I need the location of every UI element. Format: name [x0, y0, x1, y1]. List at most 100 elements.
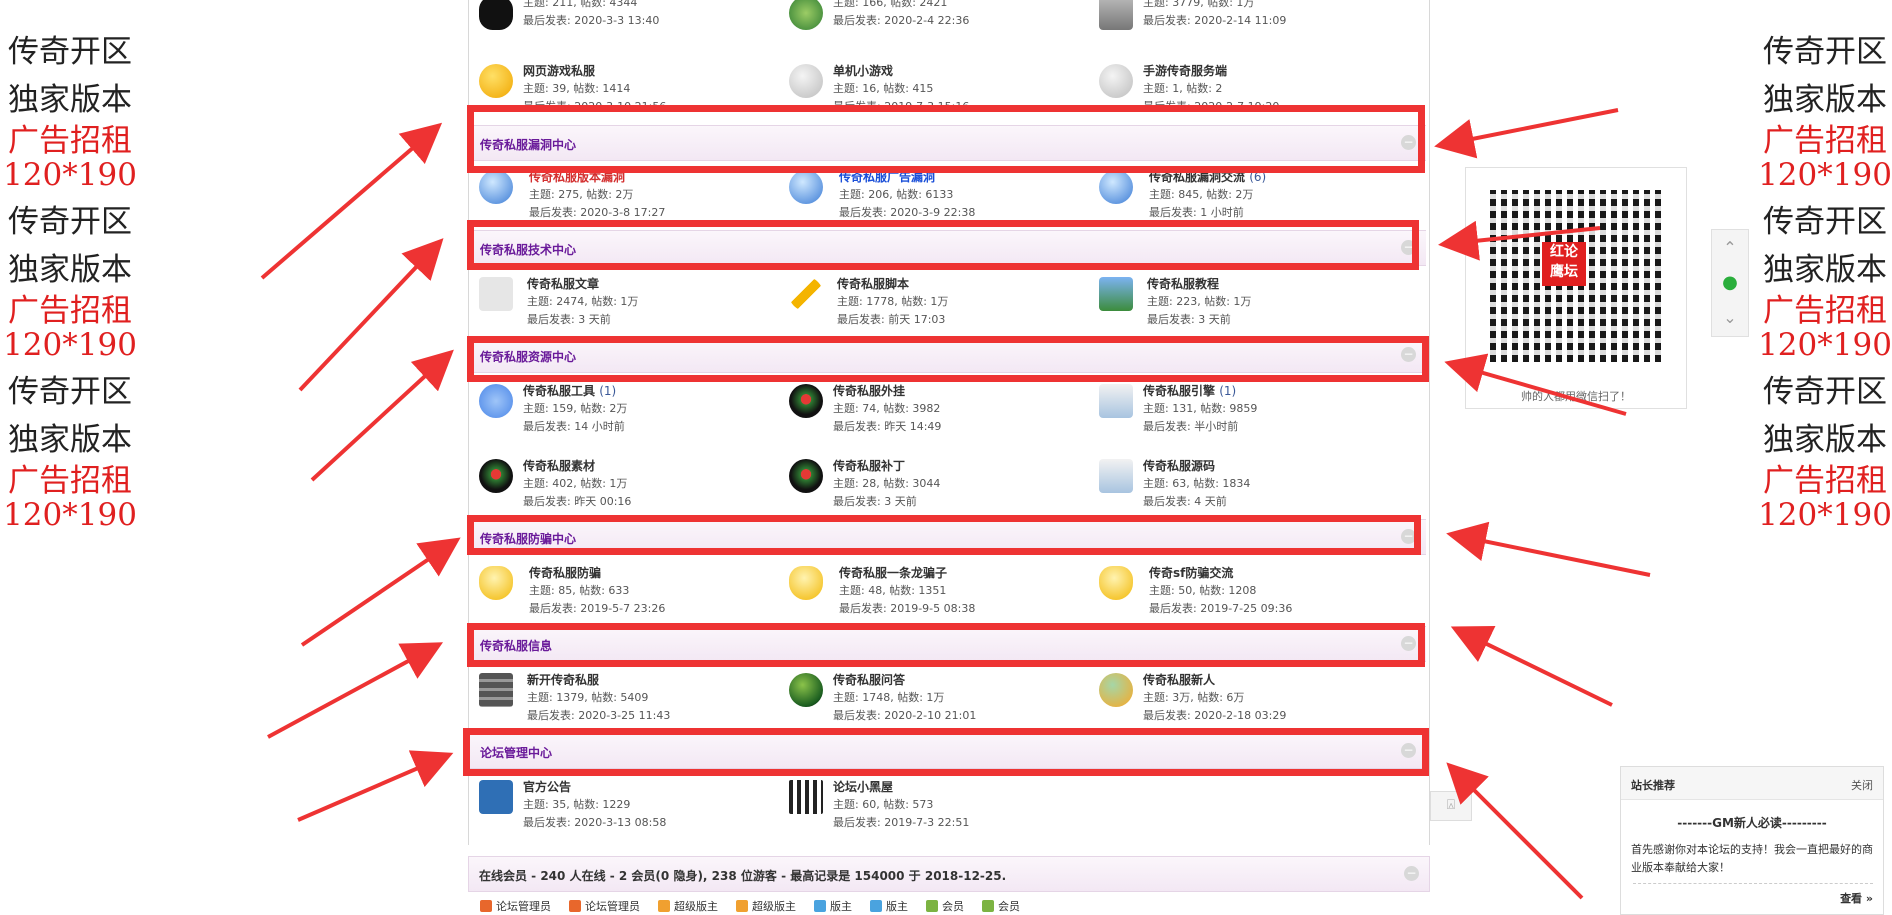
- dark-globe-icon: [479, 459, 513, 493]
- forum-name[interactable]: 传奇私服引擎 (1): [1143, 382, 1257, 400]
- forum-name[interactable]: 传奇私服文章: [527, 275, 638, 293]
- forum-item[interactable]: 官方公告 主题: 35, 帖数: 1229 最后发表: 2020-3-13 08…: [479, 778, 779, 834]
- wechat-qr-panel: 红论 鹰坛 帅的人都用微信扫了！: [1465, 167, 1687, 409]
- role-label: 版主: [886, 900, 908, 913]
- category-title[interactable]: 论坛管理中心: [480, 744, 552, 761]
- forum-name[interactable]: 传奇私服漏洞交流 (6): [1149, 168, 1266, 186]
- chevron-up-icon[interactable]: ⌃: [1712, 230, 1748, 265]
- forum-name[interactable]: 传奇私服一条龙骗子: [839, 564, 975, 582]
- view-more-link[interactable]: 查看 »: [1633, 883, 1873, 906]
- side-ad-block[interactable]: 传奇开区 独家版本 广告招租 120*190: [0, 368, 150, 532]
- role-legend-item: 论坛管理员: [569, 900, 640, 913]
- wechat-icon[interactable]: ●: [1712, 265, 1748, 300]
- category-header-vulnerability[interactable]: 传奇私服漏洞中心 −: [470, 125, 1426, 161]
- forum-name[interactable]: 单机小游戏: [833, 62, 969, 80]
- forum-stats: 主题: 1748, 帖数: 1万: [833, 691, 945, 704]
- side-ad-block[interactable]: 传奇开区 独家版本 广告招租 120*190: [0, 198, 150, 362]
- side-ad-block[interactable]: 传奇开区 独家版本 广告招租 120*190: [1745, 368, 1892, 532]
- forum-item[interactable]: 主题: 166, 帖数: 2421 最后发表: 2020-2-4 22:36: [789, 0, 1089, 50]
- forum-last-post: 最后发表: 2020-3-8 17:27: [529, 206, 666, 219]
- category-header-admin[interactable]: 论坛管理中心 −: [470, 733, 1426, 769]
- category-header-resources[interactable]: 传奇私服资源中心 −: [470, 337, 1426, 373]
- forum-item[interactable]: 论坛小黑屋 主题: 60, 帖数: 573 最后发表: 2019-7-3 22:…: [789, 778, 1089, 834]
- forum-name[interactable]: 传奇私服外挂: [833, 382, 941, 400]
- collapse-icon[interactable]: −: [1401, 135, 1416, 150]
- forum-item[interactable]: 主题: 211, 帖数: 4344 最后发表: 2020-3-3 13:40: [479, 0, 779, 50]
- side-ad-block[interactable]: 传奇开区 独家版本 广告招租 120*190: [0, 28, 150, 192]
- forum-name[interactable]: 传奇私服素材: [523, 457, 631, 475]
- arrow: [1446, 762, 1584, 900]
- forum-item[interactable]: 传奇私服外挂 主题: 74, 帖数: 3982 最后发表: 昨天 14:49: [789, 382, 1089, 438]
- collapse-icon[interactable]: −: [1401, 240, 1416, 255]
- forum-item[interactable]: 传奇私服脚本 主题: 1778, 帖数: 1万 最后发表: 前天 17:03: [789, 275, 1089, 331]
- side-ad-block[interactable]: 传奇开区 独家版本 广告招租 120*190: [1745, 28, 1892, 192]
- forum-item[interactable]: 传奇私服教程 主题: 223, 帖数: 1万 最后发表: 3 天前: [1099, 275, 1399, 331]
- category-title[interactable]: 传奇私服技术中心: [480, 241, 576, 258]
- ad-text: 120*190: [3, 327, 137, 363]
- forum-name[interactable]: 传奇私服脚本: [837, 275, 948, 293]
- forum-name-text[interactable]: 传奇私服漏洞交流: [1149, 170, 1245, 184]
- forum-item[interactable]: 网页游戏私服 主题: 39, 帖数: 1414 最后发表: 2020-3-10 …: [479, 62, 779, 108]
- forum-name-text[interactable]: 传奇私服工具: [523, 384, 595, 398]
- forum-item[interactable]: 传奇私服素材 主题: 402, 帖数: 1万 最后发表: 昨天 00:16: [479, 457, 779, 513]
- forum-last-post: 最后发表: 2019-9-5 08:38: [839, 602, 976, 615]
- forum-name[interactable]: 传奇私服工具 (1): [523, 382, 627, 400]
- chevron-down-icon[interactable]: ⌄: [1712, 300, 1748, 335]
- forum-item[interactable]: 传奇私服新人 主题: 3万, 帖数: 6万 最后发表: 2020-2-18 03…: [1099, 671, 1399, 727]
- recommend-heading[interactable]: -------GM新人必读---------: [1621, 814, 1883, 831]
- category-title[interactable]: 传奇私服信息: [480, 637, 552, 654]
- forum-item[interactable]: 单机小游戏 主题: 16, 帖数: 415 最后发表: 2019-7-3 15:…: [789, 62, 1089, 108]
- forum-item[interactable]: 传奇私服引擎 (1) 主题: 131, 帖数: 9859 最后发表: 半小时前: [1099, 382, 1399, 438]
- collapse-icon[interactable]: −: [1401, 529, 1416, 544]
- forum-name[interactable]: 传奇私服补丁: [833, 457, 940, 475]
- back-to-top-button[interactable]: ⍓: [1430, 791, 1472, 821]
- forum-item[interactable]: 传奇私服工具 (1) 主题: 159, 帖数: 2万 最后发表: 14 小时前: [479, 382, 779, 438]
- forum-name[interactable]: 传奇私服新人: [1143, 671, 1286, 689]
- collapse-icon[interactable]: −: [1401, 636, 1416, 651]
- forum-name[interactable]: 官方公告: [523, 778, 666, 796]
- forum-item[interactable]: 传奇私服源码 主题: 63, 帖数: 1834 最后发表: 4 天前: [1099, 457, 1399, 513]
- forum-name[interactable]: 传奇私服防骗: [529, 564, 665, 582]
- forum-item[interactable]: 手游传奇服务端 主题: 1, 帖数: 2 最后发表: 2020-2-7 19:2…: [1099, 62, 1399, 108]
- category-title[interactable]: 传奇私服防骗中心: [480, 530, 576, 547]
- online-members-header[interactable]: 在线会员 - 240 人在线 - 2 会员(0 隐身), 238 位游客 - 最…: [468, 856, 1430, 892]
- forum-item[interactable]: 传奇私服防骗 主题: 85, 帖数: 633 最后发表: 2019-5-7 23…: [479, 564, 779, 620]
- forum-name[interactable]: 论坛小黑屋: [833, 778, 969, 796]
- side-ad-block[interactable]: 传奇开区 独家版本 广告招租 120*190: [1745, 198, 1892, 362]
- forum-name[interactable]: 传奇私服源码: [1143, 457, 1250, 475]
- category-header-info[interactable]: 传奇私服信息 −: [470, 626, 1426, 662]
- forum-name[interactable]: 传奇私服广告漏洞: [839, 168, 975, 186]
- forum-item[interactable]: 传奇私服广告漏洞 主题: 206, 帖数: 6133 最后发表: 2020-3-…: [789, 168, 1089, 222]
- box-icon: [1099, 384, 1133, 418]
- forum-name[interactable]: 传奇私服问答: [833, 671, 976, 689]
- forum-name[interactable]: 传奇sf防骗交流: [1149, 564, 1292, 582]
- category-title[interactable]: 传奇私服资源中心: [480, 348, 576, 365]
- role-legend-item: 超级版主: [736, 900, 796, 913]
- forum-item[interactable]: 传奇私服问答 主题: 1748, 帖数: 1万 最后发表: 2020-2-10 …: [789, 671, 1089, 727]
- category-header-anti-fraud[interactable]: 传奇私服防骗中心 −: [470, 519, 1426, 555]
- forum-name-text[interactable]: 传奇私服引擎: [1143, 384, 1215, 398]
- forum-item[interactable]: 新开传奇私服 主题: 1379, 帖数: 5409 最后发表: 2020-3-2…: [479, 671, 779, 727]
- forum-name[interactable]: 传奇私服教程: [1147, 275, 1251, 293]
- forum-name[interactable]: 手游传奇服务端: [1143, 62, 1279, 80]
- category-title[interactable]: 传奇私服漏洞中心: [480, 136, 576, 153]
- forum-item[interactable]: 传奇私服版本漏洞 主题: 275, 帖数: 2万 最后发表: 2020-3-8 …: [479, 168, 779, 222]
- close-button[interactable]: 关闭: [1851, 777, 1873, 793]
- collapse-icon[interactable]: −: [1401, 743, 1416, 758]
- forum-item[interactable]: 传奇私服补丁 主题: 28, 帖数: 3044 最后发表: 3 天前: [789, 457, 1089, 513]
- category-header-tech[interactable]: 传奇私服技术中心 −: [470, 230, 1426, 266]
- forum-stats: 主题: 402, 帖数: 1万: [523, 477, 628, 490]
- forum-item[interactable]: 传奇sf防骗交流 主题: 50, 帖数: 1208 最后发表: 2019-7-2…: [1099, 564, 1399, 620]
- forum-name[interactable]: 传奇私服版本漏洞: [529, 168, 665, 186]
- ad-text: 广告招租: [8, 123, 132, 159]
- forum-item[interactable]: 传奇私服漏洞交流 (6) 主题: 845, 帖数: 2万 最后发表: 1 小时前: [1099, 168, 1399, 222]
- forum-stats: 主题: 48, 帖数: 1351: [839, 584, 947, 597]
- collapse-icon[interactable]: −: [1404, 866, 1419, 881]
- forum-item[interactable]: 主题: 3779, 帖数: 1万 最后发表: 2020-2-14 11:09: [1099, 0, 1399, 50]
- forum-name[interactable]: 网页游戏私服: [523, 62, 666, 80]
- collapse-icon[interactable]: −: [1401, 347, 1416, 362]
- forum-last-post: 最后发表: 3 天前: [1147, 313, 1231, 326]
- forum-item[interactable]: 传奇私服文章 主题: 2474, 帖数: 1万 最后发表: 3 天前: [479, 275, 779, 331]
- forum-name[interactable]: 新开传奇私服: [527, 671, 670, 689]
- forum-item[interactable]: 传奇私服一条龙骗子 主题: 48, 帖数: 1351 最后发表: 2019-9-…: [789, 564, 1089, 620]
